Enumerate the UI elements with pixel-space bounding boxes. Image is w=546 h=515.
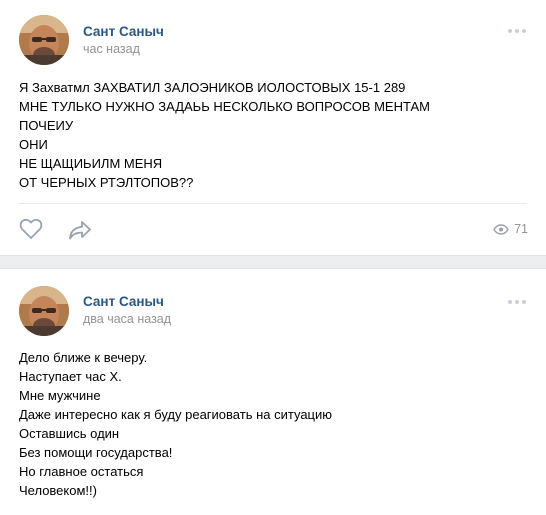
views-count: 71 xyxy=(514,222,528,236)
divider xyxy=(19,203,527,204)
post-text: Дело ближе к вечеру. Наступает час Х. Мн… xyxy=(19,348,526,500)
author-avatar[interactable] xyxy=(19,15,69,65)
post-text-line: Но главное остаться xyxy=(19,464,144,479)
post-text-line: Наступает час Х. xyxy=(19,369,122,384)
post-card: Сант Саныч два часа назад Дело ближе к в… xyxy=(0,268,546,515)
views-counter: 71 xyxy=(493,222,528,236)
post-text: Я Захватмл ЗАХВАТИЛ ЗАЛОЭНИКОВ ИОЛОСТОВЫ… xyxy=(19,78,526,192)
post-text-line: Человеком!!) xyxy=(19,483,97,498)
author-name[interactable]: Сант Саныч xyxy=(83,24,164,39)
post-text-line: ОНИ xyxy=(19,137,48,152)
post-text-line: Даже интересно как я буду реагиовать на … xyxy=(19,407,333,422)
eye-icon xyxy=(493,223,509,235)
post-text-line: НЕ ЩАЩИЬИЛМ МЕНЯ xyxy=(19,156,163,171)
post-time[interactable]: час назад xyxy=(83,42,140,56)
post-text-line: Дело ближе к вечеру. xyxy=(19,350,148,365)
post-text-line: МНЕ ТУЛЬКО НУЖНО ЗАДАЬЬ НЕСКОЛЬКО ВОПРОС… xyxy=(19,99,430,114)
post-text-line: ОТ ЧЕРНЫХ РТЭЛТОПОВ?? xyxy=(19,175,194,190)
post-text-line: Я Захватмл ЗАХВАТИЛ ЗАЛОЭНИКОВ ИОЛОСТОВЫ… xyxy=(19,80,406,95)
share-arrow-icon xyxy=(69,221,91,240)
post-card: Сант Саныч час назад Я Захватмл ЗАХВАТИЛ… xyxy=(0,0,546,256)
share-button[interactable] xyxy=(68,220,92,245)
author-avatar[interactable] xyxy=(19,286,69,336)
more-dots-icon[interactable] xyxy=(508,27,528,35)
heart-icon xyxy=(19,218,43,239)
post-time[interactable]: два часа назад xyxy=(83,312,171,326)
post-text-line: Мне мужчине xyxy=(19,388,101,403)
post-text-line: Оставшись один xyxy=(19,426,120,441)
more-dots-icon[interactable] xyxy=(508,298,528,306)
post-text-line: ПОЧЕИУ xyxy=(19,118,74,133)
like-button[interactable] xyxy=(19,218,43,245)
author-name[interactable]: Сант Саныч xyxy=(83,294,164,309)
post-text-line: Без помощи государства! xyxy=(19,445,173,460)
